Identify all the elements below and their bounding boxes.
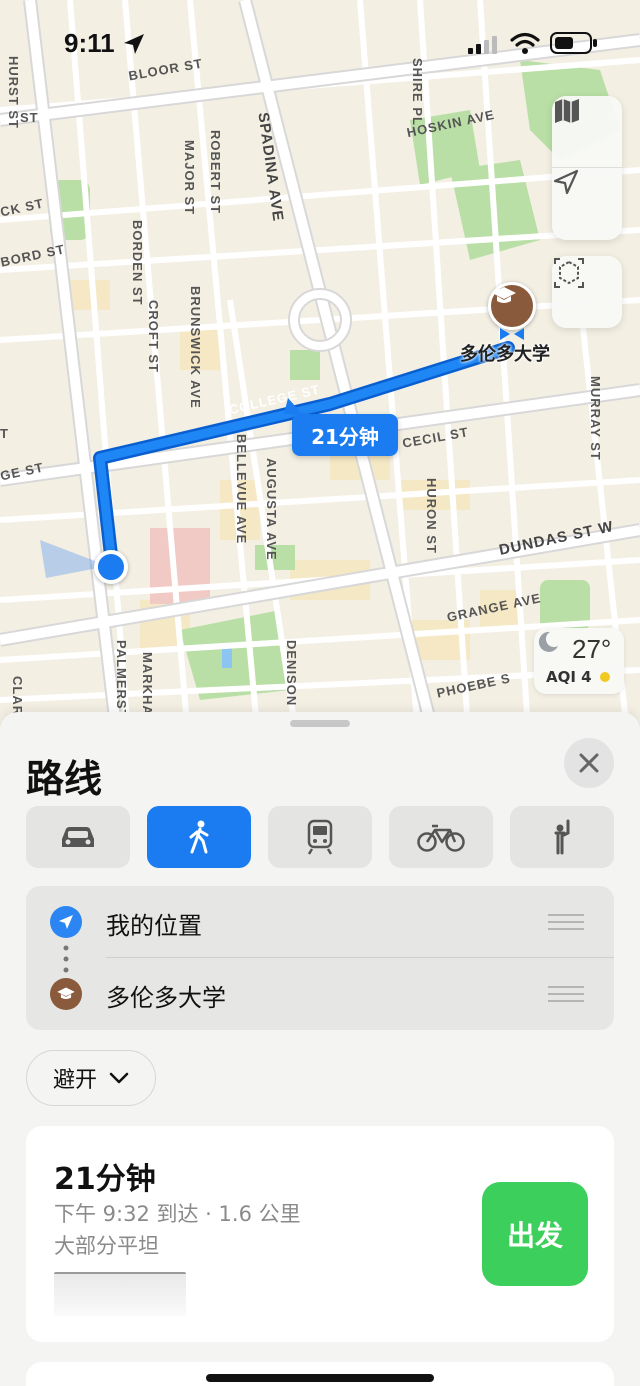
- street-label-croft: CROFT ST: [146, 300, 161, 373]
- street-label-robert: ROBERT ST: [208, 130, 223, 215]
- street-label-augusta: AUGUSTA AVE: [264, 458, 279, 561]
- aqi-indicator: [600, 672, 610, 682]
- car-icon: [62, 827, 94, 847]
- route-terrain: 大部分平坦: [54, 1234, 159, 1258]
- train-icon: [307, 819, 333, 855]
- street-label-t: T: [0, 426, 9, 441]
- sheet-title: 路线: [26, 757, 103, 801]
- route-option-card[interactable]: 21分钟 下午 9:32 到达 · 1.6 公里 大部分平坦 出发: [26, 1126, 614, 1342]
- street-label-markham: MARKHA: [140, 652, 155, 716]
- my-location-badge: [50, 906, 82, 938]
- mode-transit-button[interactable]: [268, 806, 372, 868]
- graduation-cap-icon: [492, 287, 516, 303]
- street-label-borden: BORDEN ST: [130, 220, 145, 306]
- user-location-dot: [94, 550, 128, 584]
- destination-pin[interactable]: [488, 282, 536, 330]
- look-around-button[interactable]: [552, 256, 622, 328]
- waypoint-list: 我的位置 多伦多大学: [26, 886, 614, 1030]
- avoid-label: 避开: [52, 1068, 97, 1093]
- waypoint-origin[interactable]: 我的位置: [26, 886, 614, 958]
- go-button[interactable]: 出发: [482, 1182, 588, 1286]
- sheet-grabber[interactable]: [290, 720, 350, 727]
- status-time: 9:11: [64, 28, 115, 58]
- weather-widget[interactable]: 27° AQI 4: [534, 628, 624, 694]
- map-icon: [555, 99, 579, 123]
- close-icon: [579, 753, 599, 773]
- route-time-bubble[interactable]: 21分钟: [292, 414, 398, 456]
- map-view[interactable]: BLOOR ST HOSKIN AVE SPADINA AVE MAJOR ST…: [0, 0, 640, 760]
- street-label-huron: HURON ST: [424, 478, 439, 554]
- route-duration: 21分钟: [54, 1162, 156, 1197]
- graduation-cap-icon: [57, 987, 75, 1000]
- mode-drive-button[interactable]: [26, 806, 130, 868]
- elevation-profile: [54, 1272, 186, 1316]
- street-label-bellevue: BELLEVUE AVE: [234, 434, 249, 545]
- close-button[interactable]: [564, 738, 614, 788]
- location-services-icon: [124, 34, 144, 54]
- street-label-st-left: ST: [20, 110, 39, 125]
- location-arrow-icon: [553, 169, 579, 195]
- waypoint-destination-label: 多伦多大学: [106, 984, 226, 1012]
- look-around-icon: [554, 258, 584, 288]
- chevron-down-icon: [109, 1072, 129, 1084]
- destination-flag-icon: [500, 328, 524, 340]
- reorder-handle-icon[interactable]: [548, 984, 584, 1004]
- map-mode-button[interactable]: [552, 96, 622, 168]
- street-label-brunswick: BRUNSWICK AVE: [188, 286, 203, 409]
- home-indicator[interactable]: [206, 1374, 434, 1382]
- mode-walk-button[interactable]: [147, 806, 251, 868]
- street-label-murray: MURRAY ST: [588, 376, 603, 461]
- status-bar: 9:11: [0, 0, 640, 90]
- mode-rideshare-button[interactable]: [510, 806, 614, 868]
- weather-aqi: AQI 4: [546, 668, 592, 686]
- battery-icon: [550, 32, 597, 54]
- hail-ride-icon: [554, 819, 570, 855]
- directions-sheet: 路线 我的位置 多伦多大学 避开 21分钟 下午 9:32 到达 · 1.6 公…: [0, 712, 640, 1386]
- waypoint-destination[interactable]: 多伦多大学: [26, 958, 614, 1030]
- transport-mode-selector: [26, 806, 614, 870]
- moon-cloud-icon: [538, 631, 558, 652]
- street-label-palmerston: PALMERST: [114, 640, 129, 719]
- destination-map-label[interactable]: 多伦多大学: [460, 340, 550, 366]
- waypoint-origin-label: 我的位置: [106, 912, 202, 940]
- destination-badge: [50, 978, 82, 1010]
- mode-cycle-button[interactable]: [389, 806, 493, 868]
- locate-me-button[interactable]: [552, 168, 622, 240]
- wifi-icon: [510, 32, 540, 54]
- street-label-denison: DENISON: [284, 640, 299, 707]
- weather-temperature: 27°: [572, 634, 612, 664]
- street-label-clar: CLAR: [10, 676, 25, 717]
- street-label-major: MAJOR ST: [182, 140, 197, 216]
- location-arrow-icon: [59, 915, 73, 929]
- bicycle-icon: [417, 824, 465, 852]
- cellular-signal-icon: [468, 36, 497, 54]
- walking-icon: [189, 820, 209, 854]
- bubble-tail: [284, 398, 302, 414]
- route-arrival-distance: 下午 9:32 到达 · 1.6 公里: [54, 1202, 301, 1226]
- map-controls: [552, 96, 622, 240]
- avoid-options-button[interactable]: 避开: [26, 1050, 156, 1106]
- reorder-handle-icon[interactable]: [548, 912, 584, 932]
